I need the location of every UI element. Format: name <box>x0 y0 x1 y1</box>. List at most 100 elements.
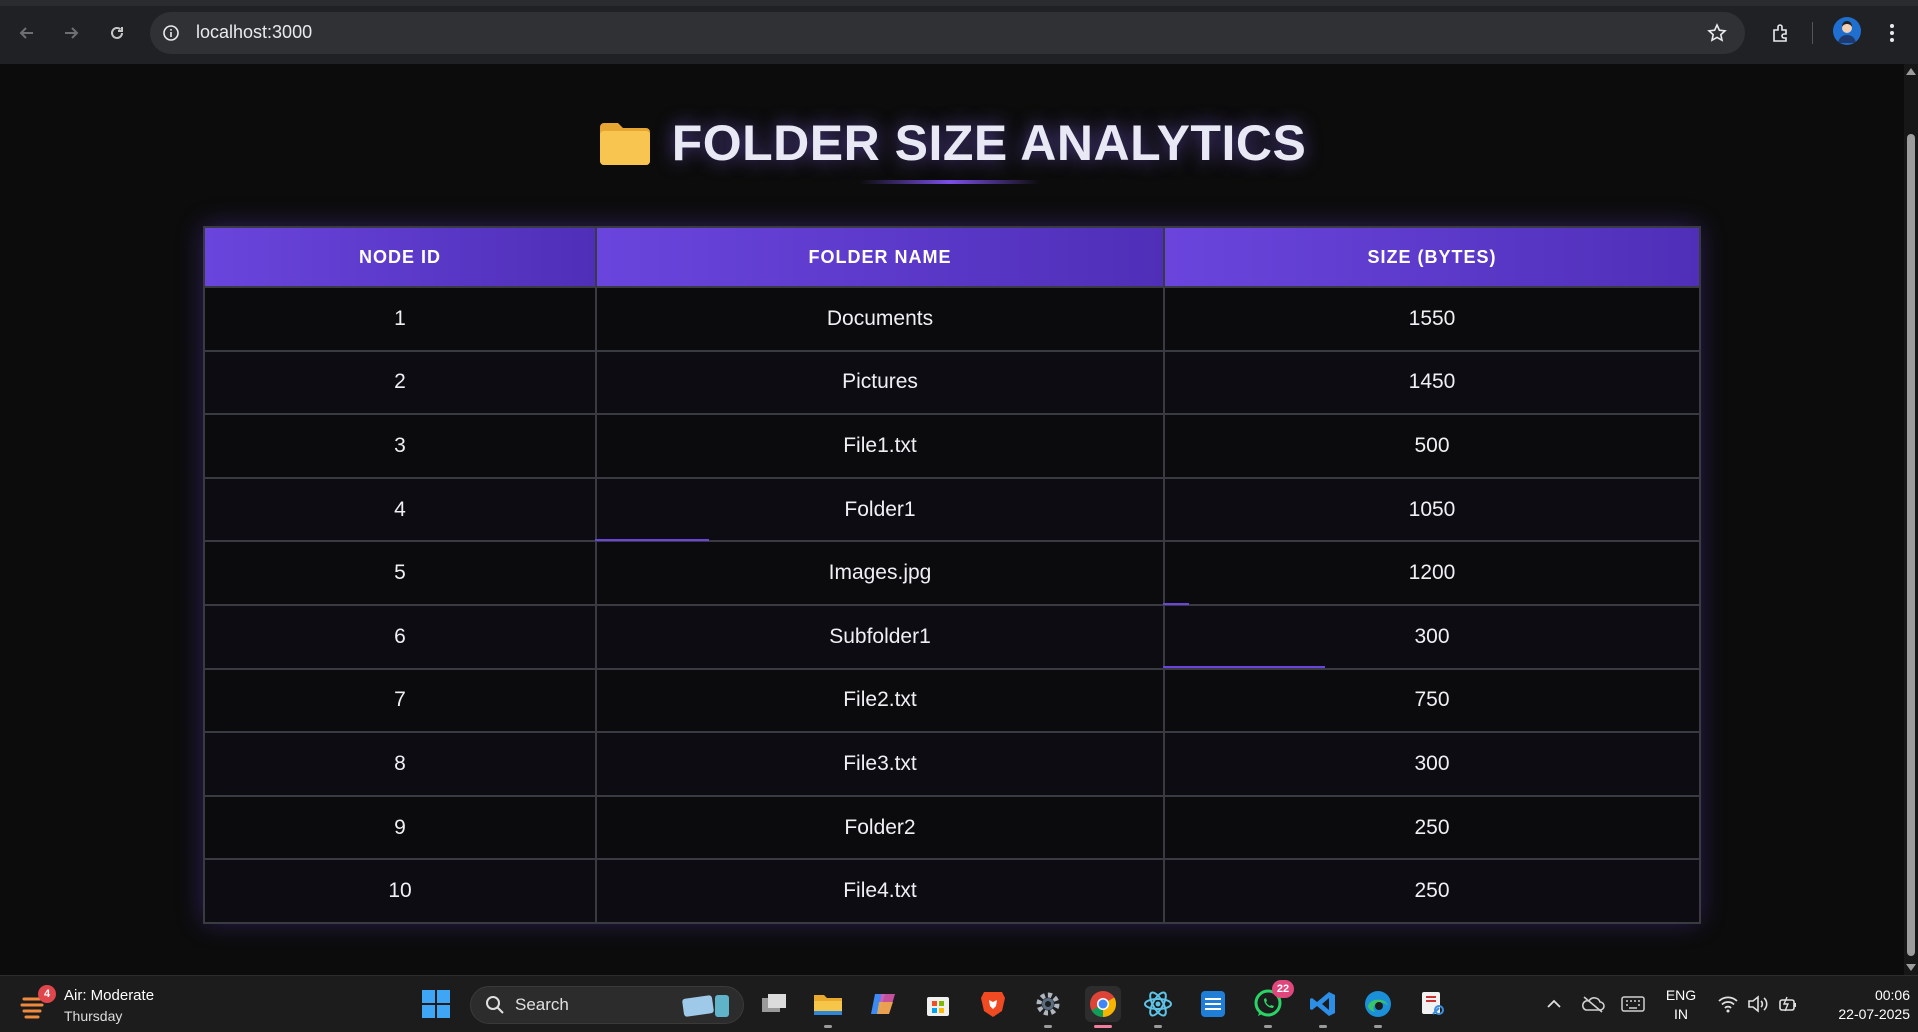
url-text[interactable]: localhost:3000 <box>196 22 312 43</box>
cell-folder-name: File2.txt <box>595 667 1165 734</box>
cell-size: 1550 <box>1163 286 1701 352</box>
row-accent-line <box>1163 666 1325 668</box>
table-row: 9 Folder2 250 <box>203 794 1701 861</box>
cell-node-id: 5 <box>203 540 597 606</box>
settings-gear-icon[interactable] <box>1030 986 1066 1028</box>
copilot-icon[interactable] <box>865 986 901 1022</box>
header-node-id: NODE ID <box>203 226 597 288</box>
battery-charging-icon[interactable] <box>1770 986 1806 1022</box>
clock-date: 22-07-2025 <box>1838 1006 1910 1022</box>
windows-taskbar: 4 Air: Moderate Thursday Search 22 ENG I… <box>0 975 1918 1032</box>
cell-size: 300 <box>1163 603 1701 670</box>
page-title: FOLDER SIZE ANALYTICS <box>671 115 1307 171</box>
cell-node-id: 4 <box>203 476 597 543</box>
profile-avatar[interactable] <box>1833 17 1861 45</box>
cell-folder-name: Images.jpg <box>595 540 1165 606</box>
table-row: 2 Pictures 1450 <box>203 349 1701 416</box>
language-indicator[interactable]: ENG IN <box>1664 986 1698 1024</box>
cell-node-id: 3 <box>203 413 597 479</box>
folder-size-table: NODE ID FOLDER NAME SIZE (BYTES) 1 Docum… <box>203 226 1701 924</box>
table-row: 5 Images.jpg 1200 <box>203 540 1701 606</box>
page-header: FOLDER SIZE ANALYTICS <box>0 108 1904 178</box>
cell-size: 300 <box>1163 731 1701 797</box>
site-info-icon[interactable] <box>160 22 182 44</box>
windows-start-icon[interactable] <box>418 986 454 1022</box>
cell-node-id: 7 <box>203 667 597 734</box>
row-accent-line <box>595 539 709 541</box>
cell-folder-name: File3.txt <box>595 731 1165 797</box>
clock[interactable]: 00:06 22-07-2025 <box>1810 986 1910 1024</box>
file-explorer-icon[interactable] <box>810 986 846 1028</box>
running-indicator <box>1154 1025 1162 1028</box>
scroll-thumb[interactable] <box>1907 134 1915 956</box>
browser-toolbar: localhost:3000 <box>0 0 1918 64</box>
edge-icon[interactable] <box>1360 986 1396 1028</box>
chrome-icon[interactable] <box>1085 986 1121 1028</box>
back-icon[interactable] <box>14 20 40 46</box>
vscode-icon[interactable] <box>1305 986 1341 1028</box>
whatsapp-icon[interactable]: 22 <box>1250 980 1294 1028</box>
bookmark-star-icon[interactable] <box>1704 20 1730 46</box>
table-row: 8 File3.txt 300 <box>203 731 1701 797</box>
brave-browser-icon[interactable] <box>975 986 1011 1022</box>
reload-icon[interactable] <box>104 20 130 46</box>
folder-icon <box>598 119 652 167</box>
cell-folder-name: File1.txt <box>595 413 1165 479</box>
cell-folder-name: File4.txt <box>595 858 1165 924</box>
weather-line-2: Thursday <box>64 1008 123 1024</box>
scroll-up-arrow-icon[interactable] <box>1906 68 1916 75</box>
show-hidden-icons-chevron-icon[interactable] <box>1536 986 1572 1022</box>
forward-icon[interactable] <box>58 20 84 46</box>
running-indicator <box>824 1025 832 1028</box>
extensions-icon[interactable] <box>1766 18 1796 48</box>
scroll-down-arrow-icon[interactable] <box>1906 964 1916 971</box>
running-indicator <box>1319 1025 1327 1028</box>
vertical-scrollbar[interactable] <box>1904 64 1918 975</box>
running-indicator <box>1374 1025 1382 1028</box>
electron-atom-icon[interactable] <box>1140 986 1176 1028</box>
table-header-row: NODE ID FOLDER NAME SIZE (BYTES) <box>203 226 1701 288</box>
cell-folder-name: Folder2 <box>595 794 1165 861</box>
cell-size: 750 <box>1163 667 1701 734</box>
table-row: 3 File1.txt 500 <box>203 413 1701 479</box>
cell-size: 1200 <box>1163 540 1701 606</box>
table-row: 4 Folder1 1050 <box>203 476 1701 543</box>
tab-strip <box>0 0 1918 6</box>
title-underline <box>860 180 1040 184</box>
language-line-2: IN <box>1674 1006 1688 1022</box>
running-indicator <box>1264 1025 1272 1028</box>
cell-node-id: 8 <box>203 731 597 797</box>
whatsapp-notification-badge: 22 <box>1272 980 1294 998</box>
table-row: 1 Documents 1550 <box>203 286 1701 352</box>
cell-size: 500 <box>1163 413 1701 479</box>
cell-size: 250 <box>1163 794 1701 861</box>
header-size-bytes: SIZE (BYTES) <box>1163 226 1701 288</box>
running-indicator <box>1094 1025 1112 1028</box>
microsoft-store-icon[interactable] <box>920 986 956 1022</box>
keyboard-icon[interactable] <box>1615 986 1651 1022</box>
weather-line-1: Air: Moderate <box>64 987 155 1004</box>
toolbar-divider <box>1812 22 1813 44</box>
row-accent-line <box>1163 603 1189 605</box>
weather-widget[interactable]: 4 Air: Moderate Thursday <box>20 985 155 1026</box>
cell-node-id: 6 <box>203 603 597 670</box>
table-row: 10 File4.txt 250 <box>203 858 1701 924</box>
cell-folder-name: Documents <box>595 286 1165 352</box>
snipping-tool-icon[interactable] <box>1415 986 1451 1022</box>
language-line-1: ENG <box>1665 987 1697 1003</box>
onedrive-offline-icon[interactable] <box>1575 986 1611 1022</box>
taskbar-search[interactable]: Search <box>470 986 744 1024</box>
cell-folder-name: Subfolder1 <box>595 603 1165 670</box>
search-label: Search <box>515 995 569 1014</box>
cell-node-id: 1 <box>203 286 597 352</box>
address-bar[interactable] <box>150 12 1745 54</box>
azure-data-studio-icon[interactable] <box>1195 986 1231 1022</box>
cell-folder-name: Pictures <box>595 349 1165 416</box>
table-row: 7 File2.txt 750 <box>203 667 1701 734</box>
task-view-icon[interactable] <box>756 986 792 1022</box>
search-icon <box>486 996 504 1014</box>
cell-size: 250 <box>1163 858 1701 924</box>
air-quality-icon: 4 <box>20 985 56 1021</box>
cell-node-id: 10 <box>203 858 597 924</box>
more-menu-icon[interactable] <box>1882 20 1902 46</box>
